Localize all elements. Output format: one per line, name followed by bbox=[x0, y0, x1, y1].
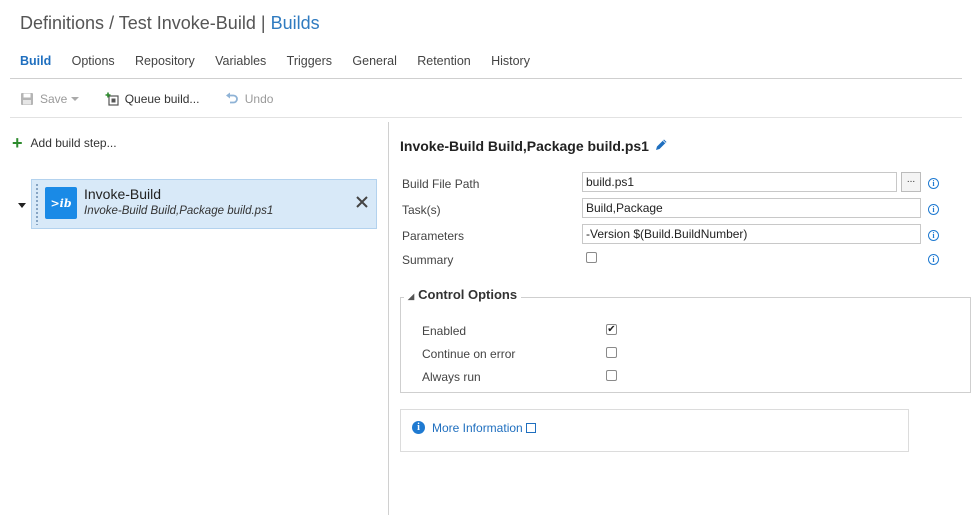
save-button[interactable]: Save bbox=[20, 92, 80, 106]
invoke-build-logo-icon: >ib bbox=[45, 187, 77, 219]
enabled-label: Enabled bbox=[422, 324, 467, 338]
undo-icon bbox=[225, 92, 239, 106]
collapse-triangle-icon[interactable] bbox=[18, 203, 26, 208]
parameters-label: Parameters bbox=[402, 229, 465, 243]
pencil-icon[interactable] bbox=[655, 138, 668, 154]
close-icon bbox=[356, 196, 368, 208]
drag-handle-icon[interactable] bbox=[35, 183, 39, 225]
tab-bar: Build Options Repository Variables Trigg… bbox=[20, 54, 547, 72]
control-options-header[interactable]: ◢ Control Options bbox=[404, 287, 522, 302]
enabled-checkbox[interactable]: ✔ bbox=[606, 324, 617, 335]
step-detail-title-text: Invoke-Build Build,Package build.ps1 bbox=[400, 138, 649, 154]
undo-button[interactable]: Undo bbox=[225, 92, 274, 106]
undo-label: Undo bbox=[244, 92, 274, 106]
info-icon[interactable]: i bbox=[928, 204, 939, 215]
tab-divider bbox=[10, 78, 962, 79]
continue-on-error-label: Continue on error bbox=[422, 347, 516, 361]
tab-options[interactable]: Options bbox=[72, 54, 115, 68]
tab-history[interactable]: History bbox=[491, 54, 530, 68]
page-title: Definitions / Test Invoke-Build | Builds bbox=[20, 13, 320, 34]
breadcrumb-definitions[interactable]: Definitions bbox=[20, 13, 104, 33]
queue-build-icon bbox=[105, 92, 119, 106]
control-options-group bbox=[400, 297, 971, 393]
floppy-disk-icon bbox=[20, 92, 34, 106]
breadcrumb-builds-link[interactable]: Builds bbox=[271, 13, 320, 33]
breadcrumb-divider: | bbox=[260, 13, 266, 33]
more-information-link[interactable]: More Information bbox=[432, 421, 536, 435]
build-step-item[interactable] bbox=[31, 179, 377, 229]
add-build-step-label: Add build step... bbox=[30, 136, 117, 150]
info-icon[interactable]: i bbox=[928, 230, 939, 241]
browse-button[interactable]: ... bbox=[901, 172, 921, 192]
tab-retention[interactable]: Retention bbox=[417, 54, 471, 68]
breadcrumb-definition-name: Test Invoke-Build bbox=[118, 13, 256, 33]
step-detail-title: Invoke-Build Build,Package build.ps1 bbox=[400, 138, 668, 154]
toolbar-divider bbox=[10, 117, 962, 118]
tasks-label: Task(s) bbox=[402, 203, 441, 217]
parameters-input[interactable] bbox=[582, 224, 921, 244]
remove-step-button[interactable] bbox=[356, 193, 368, 211]
pane-splitter[interactable] bbox=[388, 122, 389, 515]
tab-triggers[interactable]: Triggers bbox=[287, 54, 332, 68]
info-icon: i bbox=[412, 421, 425, 434]
always-run-checkbox[interactable] bbox=[606, 370, 617, 381]
tab-general[interactable]: General bbox=[352, 54, 396, 68]
build-file-path-label: Build File Path bbox=[402, 177, 480, 191]
summary-checkbox[interactable] bbox=[586, 252, 597, 263]
continue-on-error-checkbox[interactable] bbox=[606, 347, 617, 358]
tab-build[interactable]: Build bbox=[20, 54, 51, 68]
breadcrumb-separator: / bbox=[109, 13, 115, 33]
more-information-label: More Information bbox=[432, 421, 523, 435]
queue-build-label: Queue build... bbox=[124, 92, 200, 106]
summary-label: Summary bbox=[402, 253, 454, 267]
info-icon[interactable]: i bbox=[928, 254, 939, 265]
save-label: Save bbox=[40, 92, 68, 106]
queue-build-button[interactable]: Queue build... bbox=[105, 92, 200, 106]
chevron-down-icon bbox=[71, 97, 80, 101]
always-run-label: Always run bbox=[422, 370, 481, 384]
tab-repository[interactable]: Repository bbox=[135, 54, 195, 68]
info-icon[interactable]: i bbox=[928, 178, 939, 189]
toolbar: Save Queue build... Undo bbox=[20, 92, 295, 110]
control-options-title: Control Options bbox=[418, 287, 518, 302]
plus-icon: + bbox=[12, 133, 23, 153]
build-step-name: Invoke-Build bbox=[84, 186, 162, 202]
build-file-path-input[interactable] bbox=[582, 172, 897, 192]
add-build-step-button[interactable]: + Add build step... bbox=[12, 133, 117, 153]
external-link-icon bbox=[525, 423, 536, 433]
tasks-input[interactable] bbox=[582, 198, 921, 218]
collapse-triangle-icon: ◢ bbox=[408, 292, 415, 301]
build-step-subtitle: Invoke-Build Build,Package build.ps1 bbox=[84, 205, 274, 217]
tab-variables[interactable]: Variables bbox=[215, 54, 266, 68]
